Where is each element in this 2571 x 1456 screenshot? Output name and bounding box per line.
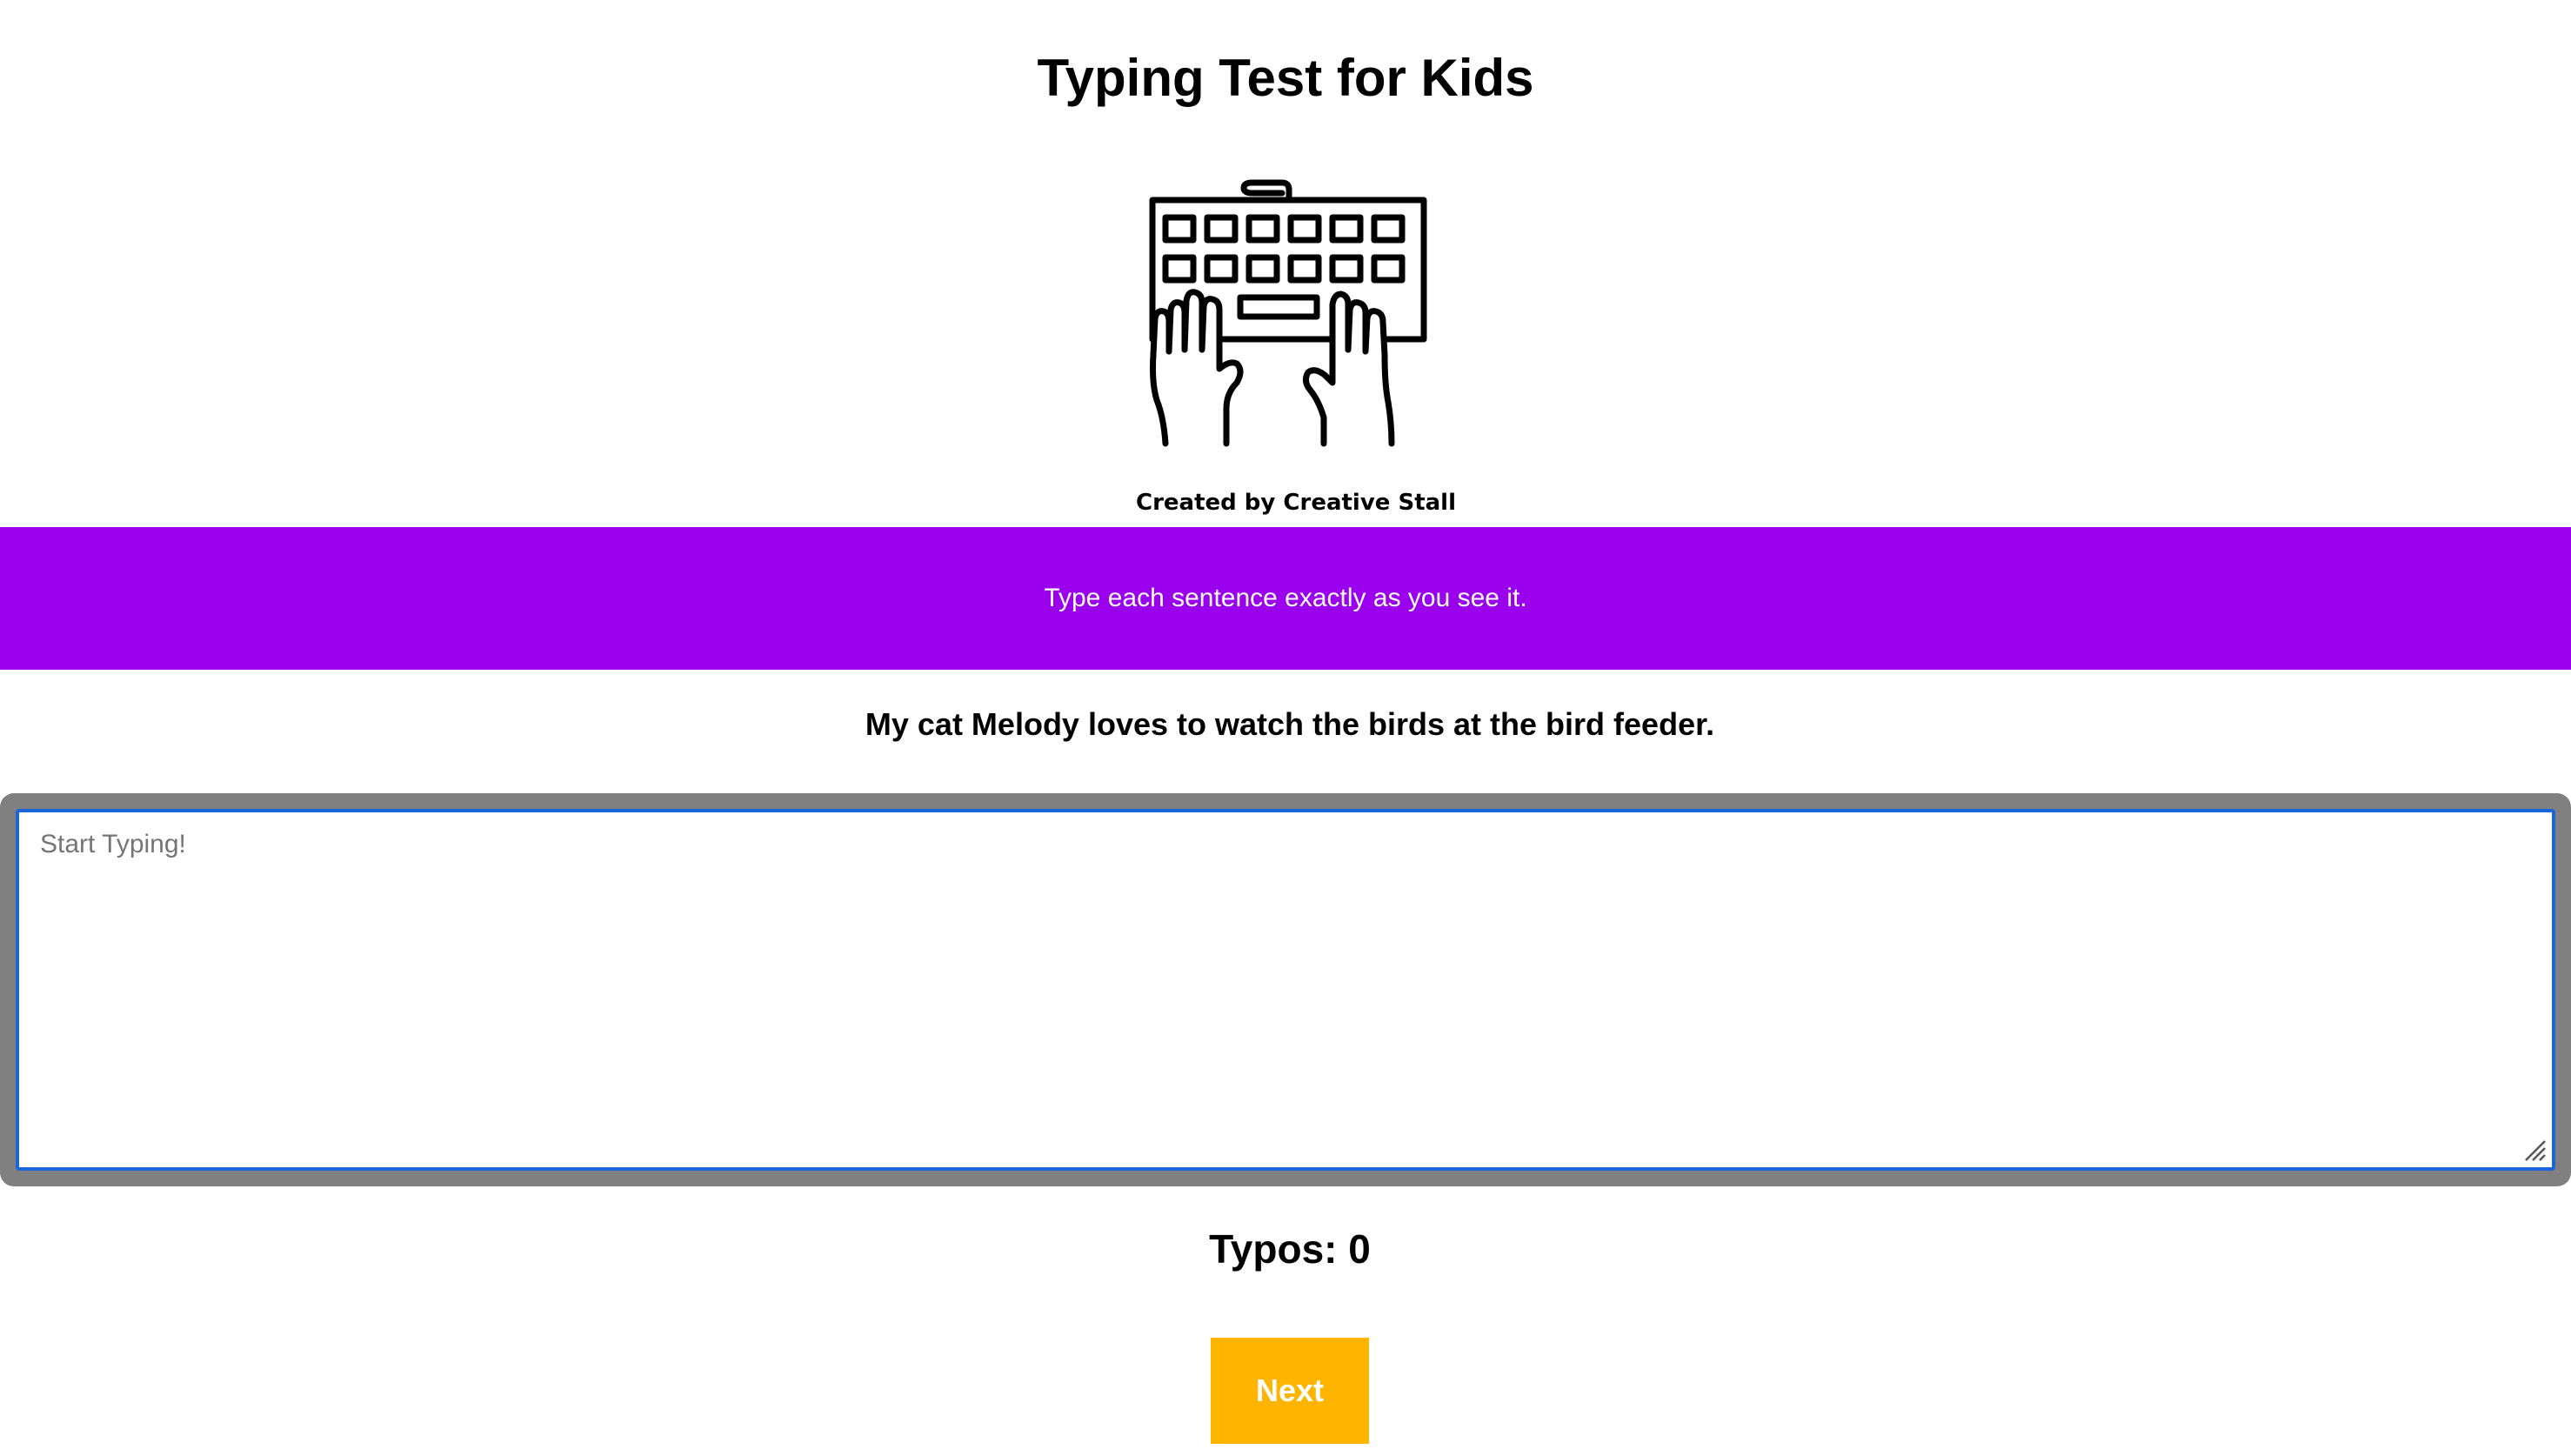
credit-text: Created by Creative Stall	[1136, 490, 1456, 516]
keyboard-hands-icon	[1139, 165, 1435, 452]
instructions-text: Type each sentence exactly as you see it…	[1044, 584, 1527, 612]
instructions-banner: Type each sentence exactly as you see it…	[0, 527, 2571, 670]
resize-grip-icon[interactable]	[2521, 1136, 2547, 1162]
typing-input[interactable]	[16, 809, 2555, 1171]
next-button[interactable]: Next	[1211, 1338, 1369, 1444]
typing-area-frame	[0, 793, 2571, 1186]
typing-test-page: Typing Test for Kids Created by Creative…	[0, 0, 2571, 1456]
page-title: Typing Test for Kids	[1037, 49, 1534, 107]
typos-counter: Typos: 0	[1209, 1226, 1371, 1272]
target-sentence: My cat Melody loves to watch the birds a…	[865, 706, 1715, 742]
